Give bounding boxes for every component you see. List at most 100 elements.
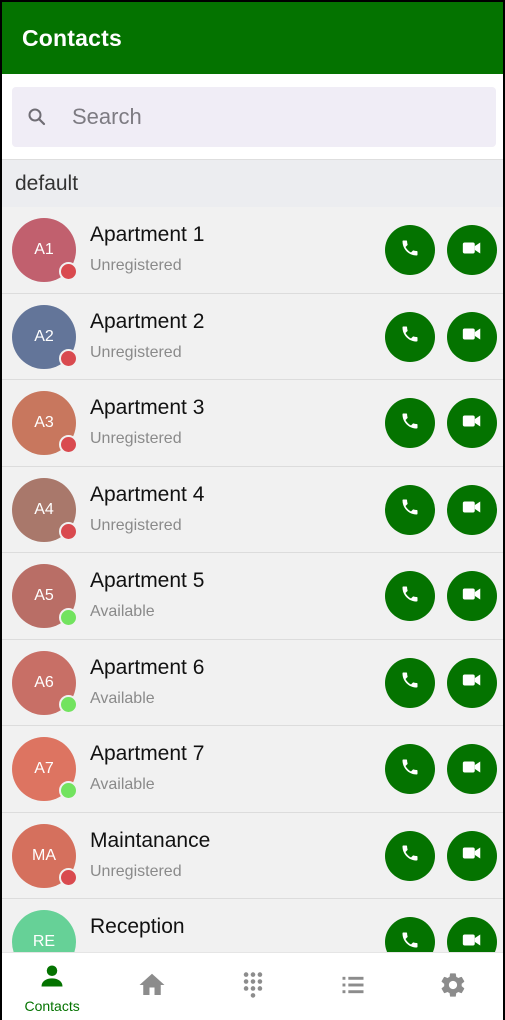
video-call-button[interactable]	[447, 571, 497, 621]
contact-status: Available	[90, 603, 155, 620]
contact-row[interactable]: A3 Apartment 3 Unregistered	[2, 380, 503, 467]
search-icon	[24, 104, 50, 130]
voice-call-button[interactable]	[385, 484, 435, 535]
bottom-navigation: Contacts	[2, 952, 503, 1020]
search-bar[interactable]	[12, 87, 496, 147]
avatar-initials: A7	[34, 760, 54, 777]
contact-status: Available	[90, 689, 155, 707]
video-call-button[interactable]	[447, 830, 497, 881]
contact-name: Apartment 6	[90, 655, 205, 679]
video-camera-icon	[461, 929, 483, 953]
app-bar: Contacts	[2, 2, 503, 74]
phone-icon	[400, 670, 420, 695]
voice-call-button[interactable]	[385, 830, 435, 881]
avatar-initials: A2	[34, 327, 54, 345]
video-call-button[interactable]	[447, 484, 497, 535]
status-indicator	[59, 694, 78, 714]
contact-row[interactable]: MA Maintanance Unregistered	[2, 812, 503, 899]
voice-call-button[interactable]	[385, 225, 435, 275]
search-input[interactable]	[72, 104, 452, 130]
contact-list[interactable]: A1 Apartment 1 Unregistered A2 Apartment…	[2, 207, 503, 952]
avatar-initials: A6	[34, 673, 54, 691]
contact-row[interactable]: A5 Apartment 5 Available	[2, 553, 503, 640]
contact-name: Apartment 4	[90, 482, 205, 506]
group-header: default	[2, 159, 503, 207]
avatar-initials: A3	[34, 414, 54, 431]
voice-call-button[interactable]	[385, 398, 435, 448]
voice-call-button[interactable]	[385, 311, 435, 362]
phone-icon	[400, 238, 420, 263]
nav-settings[interactable]	[403, 953, 503, 1020]
contact-name: Apartment 1	[90, 223, 205, 246]
avatar: RE	[12, 910, 76, 952]
status-indicator	[59, 435, 78, 454]
video-call-button[interactable]	[447, 398, 497, 448]
contact-row[interactable]: A1 Apartment 1 Unregistered	[2, 207, 503, 294]
contact-status: Unregistered	[90, 257, 182, 274]
avatar-initials: A1	[34, 241, 54, 258]
video-call-button[interactable]	[447, 744, 497, 794]
contact-name: Apartment 7	[90, 742, 205, 765]
contact-row[interactable]: A6 Apartment 6 Available	[2, 639, 503, 726]
person-icon	[38, 962, 66, 995]
search-container	[2, 74, 503, 159]
contact-row[interactable]: A7 Apartment 7 Available	[2, 726, 503, 813]
contact-status: Unregistered	[90, 516, 182, 534]
status-indicator	[59, 781, 78, 800]
list-icon	[339, 971, 367, 1004]
avatar-initials: A5	[34, 587, 54, 604]
voice-call-button[interactable]	[385, 744, 435, 794]
phone-icon	[400, 411, 420, 436]
phone-icon	[400, 930, 420, 953]
dialpad-icon	[239, 970, 267, 1005]
nav-dialpad[interactable]	[202, 953, 302, 1020]
contact-row[interactable]: RE Reception	[2, 899, 503, 952]
video-camera-icon	[461, 323, 483, 350]
page-title: Contacts	[22, 24, 123, 51]
voice-call-button[interactable]	[385, 917, 435, 952]
video-camera-icon	[461, 496, 483, 523]
contact-status: Unregistered	[90, 862, 182, 880]
nav-call-history[interactable]	[303, 953, 403, 1020]
video-camera-icon	[461, 669, 483, 696]
gear-icon	[439, 971, 467, 1004]
contact-name: Maintanance	[90, 828, 211, 852]
contact-name: Apartment 5	[90, 569, 205, 592]
home-icon	[137, 970, 167, 1005]
video-call-button[interactable]	[447, 225, 497, 275]
nav-contacts[interactable]: Contacts	[2, 953, 102, 1020]
video-call-button[interactable]	[447, 311, 497, 362]
contacts-screen: Contacts default A1 Apartment 1 Unregist…	[0, 0, 505, 1020]
avatar-initials: RE	[32, 933, 56, 950]
status-indicator	[59, 348, 78, 368]
avatar-initials: A4	[34, 500, 54, 518]
video-camera-icon	[461, 583, 483, 610]
status-indicator	[59, 521, 78, 541]
contact-row[interactable]: A4 Apartment 4 Unregistered	[2, 466, 503, 553]
phone-icon	[400, 324, 420, 349]
contact-row[interactable]: A2 Apartment 2 Unregistered	[2, 293, 503, 380]
status-indicator	[59, 262, 78, 281]
phone-icon	[400, 757, 420, 782]
contact-name: Apartment 2	[90, 309, 205, 333]
status-indicator	[59, 608, 78, 627]
nav-label: Contacts	[24, 997, 80, 1014]
status-indicator	[59, 867, 78, 887]
video-camera-icon	[461, 237, 483, 264]
contact-name: Apartment 3	[90, 396, 205, 419]
contact-name: Reception	[90, 915, 185, 938]
phone-icon	[400, 584, 420, 609]
nav-home[interactable]	[102, 953, 202, 1020]
voice-call-button[interactable]	[385, 657, 435, 708]
contact-status: Unregistered	[90, 430, 182, 447]
video-camera-icon	[461, 842, 483, 869]
voice-call-button[interactable]	[385, 571, 435, 621]
phone-icon	[400, 843, 420, 868]
video-call-button[interactable]	[447, 917, 497, 952]
video-camera-icon	[461, 410, 483, 437]
contact-status: Available	[90, 776, 155, 793]
avatar-initials: MA	[32, 846, 56, 864]
video-camera-icon	[461, 756, 483, 783]
phone-icon	[400, 497, 420, 522]
video-call-button[interactable]	[447, 657, 497, 708]
